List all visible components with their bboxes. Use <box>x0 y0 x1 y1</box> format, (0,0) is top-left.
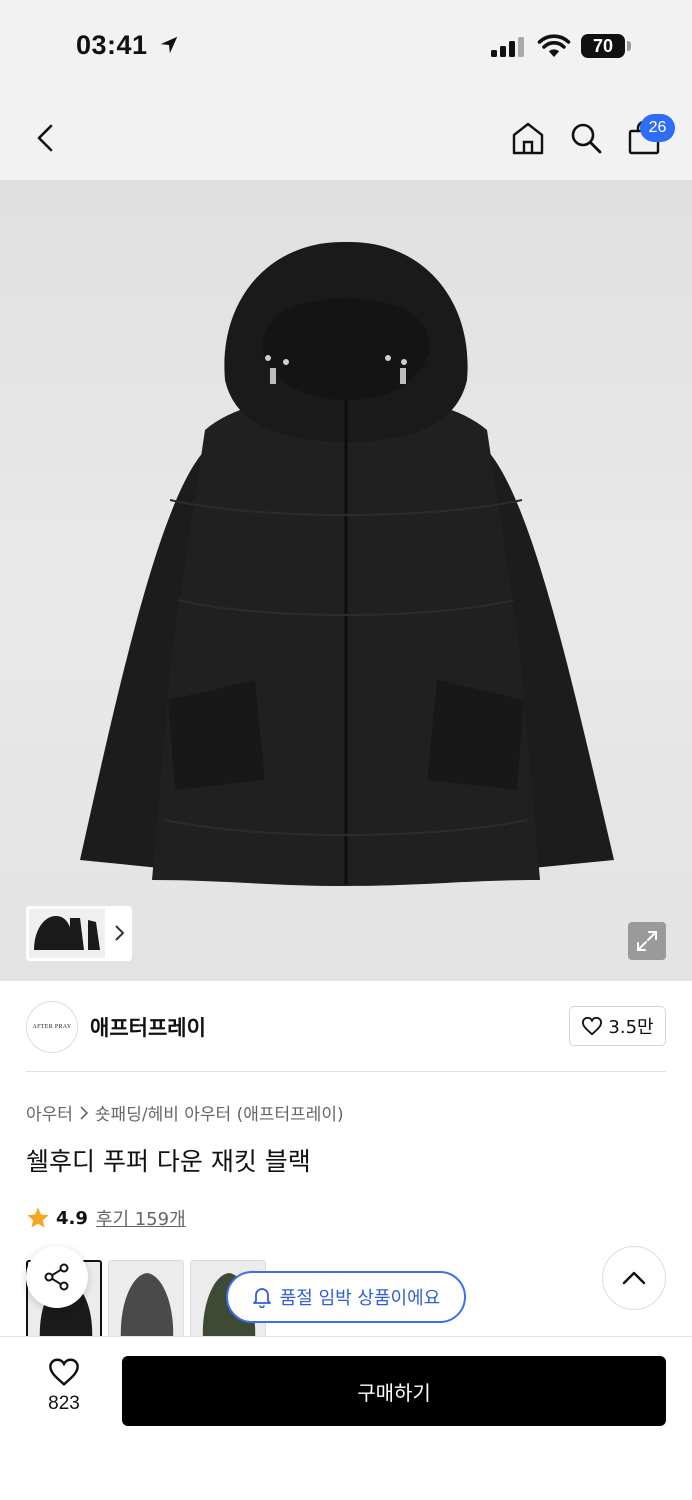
share-button[interactable] <box>26 1246 88 1308</box>
wishlist-button[interactable]: 823 <box>34 1357 94 1415</box>
color-swatch-image <box>109 1261 183 1336</box>
rating-score: 4.9 <box>56 1207 88 1229</box>
reviews-link[interactable]: 후기 159개 <box>96 1205 186 1231</box>
chevron-right-icon <box>80 1105 89 1120</box>
back-button[interactable] <box>22 114 70 162</box>
brand-like-count: 3.5만 <box>608 1017 654 1038</box>
wishlist-count: 823 <box>48 1393 80 1414</box>
divider <box>26 1071 666 1072</box>
cart-count-badge: 26 <box>640 114 675 142</box>
cellular-signal-icon <box>491 37 524 57</box>
toast-text: 품절 임박 상품이에요 <box>279 1288 441 1309</box>
brand-row: AFTER PRAY 애프터프레이 3.5만 <box>0 981 692 1073</box>
battery-level: 70 <box>592 36 614 56</box>
image-thumbnail-strip[interactable] <box>26 906 132 961</box>
wifi-icon <box>537 34 571 57</box>
brand-name[interactable]: 애프터프레이 <box>90 1012 206 1042</box>
search-icon <box>571 123 602 154</box>
brand-logo[interactable]: AFTER PRAY <box>26 1001 78 1053</box>
brand-like-button[interactable]: 3.5만 <box>569 1006 666 1046</box>
breadcrumb: 아우터 숏패딩/헤비 아우터 (애프터프레이) <box>26 1100 344 1125</box>
expand-icon <box>637 931 657 951</box>
scroll-to-top-button[interactable] <box>602 1246 666 1310</box>
status-bar: 03:41 70 <box>0 0 692 96</box>
thumbnail-images <box>29 909 105 958</box>
breadcrumb-subcategory[interactable]: 숏패딩/헤비 아우터 (애프터프레이) <box>95 1100 344 1125</box>
puffer-jacket-image <box>80 241 614 886</box>
chevron-left-icon <box>37 124 53 152</box>
buy-button[interactable]: 구매하기 <box>122 1356 666 1426</box>
heart-icon <box>582 1016 603 1036</box>
expand-image-button[interactable] <box>628 922 666 960</box>
battery-tip <box>627 41 631 51</box>
bell-icon <box>252 1288 271 1308</box>
chevron-up-icon <box>622 1271 646 1285</box>
home-button[interactable] <box>504 114 552 162</box>
color-option-charcoal[interactable] <box>108 1260 184 1336</box>
brand-logo-text: AFTER PRAY <box>32 1024 72 1030</box>
battery-indicator: 70 <box>581 34 625 58</box>
low-stock-toast: 품절 임박 상품이에요 <box>226 1271 466 1323</box>
heart-icon <box>49 1358 79 1386</box>
home-icon <box>512 122 544 155</box>
star-icon <box>27 1207 49 1228</box>
chevron-right-icon <box>115 925 125 941</box>
product-title: 쉘후디 푸퍼 다운 재킷 블랙 <box>26 1147 311 1176</box>
status-time: 03:41 <box>76 30 148 60</box>
search-button[interactable] <box>562 114 610 162</box>
top-navigation <box>0 96 692 180</box>
breadcrumb-category[interactable]: 아우터 <box>26 1100 73 1125</box>
location-arrow-icon <box>160 36 178 54</box>
share-icon <box>44 1263 69 1291</box>
purchase-bar: 823 구매하기 <box>0 1336 692 1500</box>
rating-row: 4.9 후기 159개 <box>26 1205 186 1231</box>
product-image[interactable] <box>0 180 692 981</box>
